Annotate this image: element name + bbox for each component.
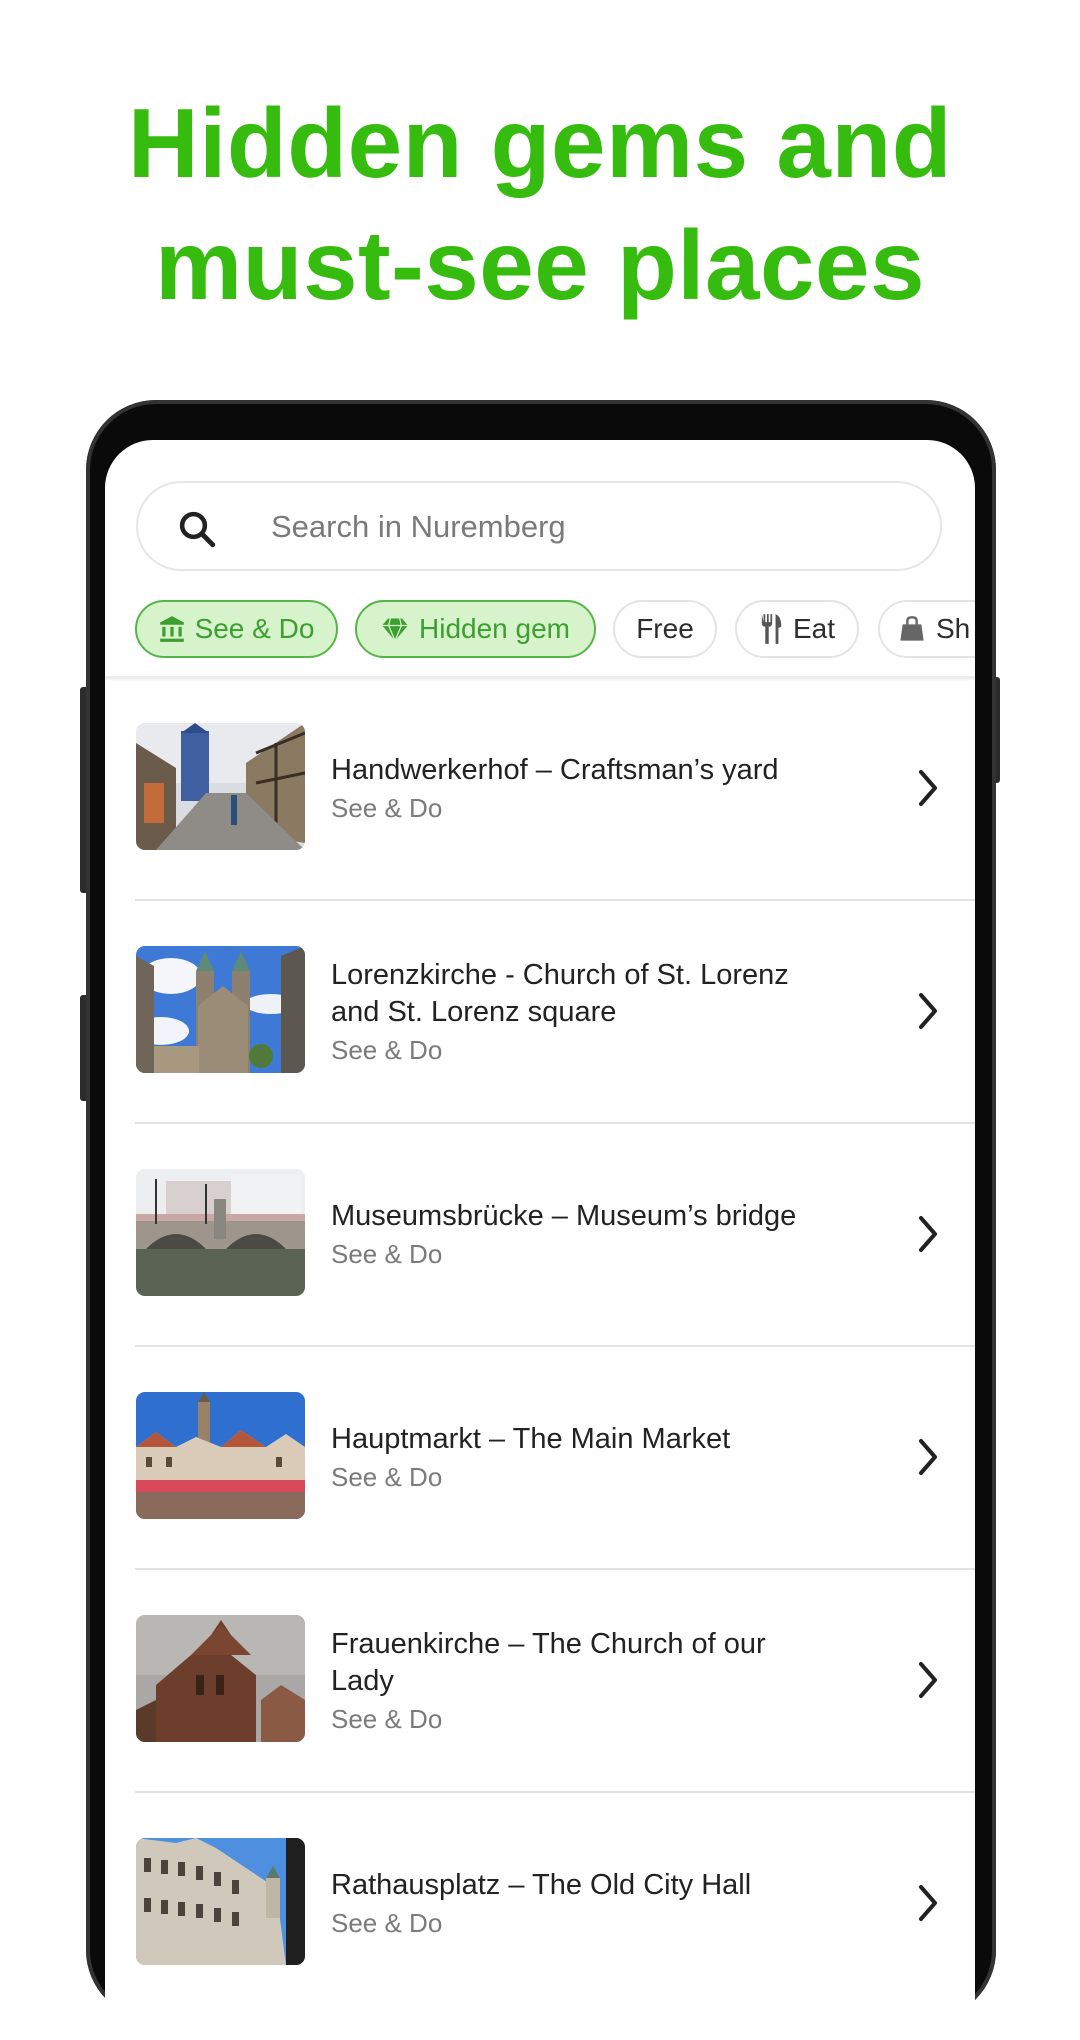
shopping-bag-icon <box>900 616 924 641</box>
item-text: Lorenzkirche - Church of St. Lorenz and … <box>331 901 831 1122</box>
chevron-right-icon <box>919 1439 937 1475</box>
chip-label: See & Do <box>194 613 315 644</box>
list-item[interactable]: Rathausplatz – The Old City Hall See & D… <box>105 1793 975 2016</box>
chevron-right-icon <box>919 1662 937 1698</box>
item-category: See & Do <box>331 1703 443 1734</box>
item-text: Handwerkerhof – Craftsman’s yard See & D… <box>331 678 831 899</box>
list-item[interactable]: Hauptmarkt – The Main Market See & Do <box>105 1347 975 1570</box>
list-item[interactable]: Handwerkerhof – Craftsman’s yard See & D… <box>105 678 975 901</box>
main-market-photo <box>136 1392 305 1519</box>
item-title: Frauenkirche – The Church of our Lady <box>331 1627 766 1697</box>
item-category: See & Do <box>331 1034 443 1065</box>
chevron-right-icon <box>919 993 937 1029</box>
item-text: Frauenkirche – The Church of our Lady Se… <box>331 1570 831 1791</box>
fork-knife-icon <box>761 614 782 644</box>
frauenkirche-photo <box>136 1615 305 1742</box>
item-text: Hauptmarkt – The Main Market See & Do <box>331 1347 831 1568</box>
places-list: Handwerkerhof – Craftsman’s yard See & D… <box>105 678 975 2016</box>
headline-line-1: Hidden gems and <box>127 88 953 198</box>
item-title: Hauptmarkt – The Main Market <box>331 1423 731 1455</box>
chip-hidden-gem[interactable]: Hidden gem <box>355 600 596 658</box>
chip-see-and-do[interactable]: See & Do <box>135 600 338 658</box>
craftsmans-yard-photo <box>136 723 305 850</box>
chip-label: Hidden gem <box>419 613 570 644</box>
search-placeholder: Search in Nuremberg <box>271 509 566 544</box>
chevron-right-icon <box>919 1885 937 1921</box>
item-title: Lorenzkirche - Church of St. Lorenz and … <box>331 958 789 1028</box>
lorenzkirche-photo <box>136 946 305 1073</box>
chip-eat[interactable]: Eat <box>735 600 859 658</box>
old-city-hall-photo <box>136 1838 305 1965</box>
item-category: See & Do <box>331 1908 443 1938</box>
search-icon <box>179 511 216 548</box>
chip-label: Eat <box>792 613 836 644</box>
chip-label: Sh <box>936 613 971 644</box>
list-item[interactable]: Frauenkirche – The Church of our Lady Se… <box>105 1570 975 1793</box>
chevron-right-icon <box>919 770 937 806</box>
headline: Hidden gems and must-see places <box>0 82 1080 326</box>
diamond-icon <box>382 618 408 643</box>
chip-shopping[interactable]: Sh <box>878 600 975 658</box>
item-title: Handwerkerhof – Craftsman’s yard <box>331 754 779 786</box>
headline-line-2: must-see places <box>154 210 926 320</box>
search-bar[interactable]: Search in Nuremberg <box>136 481 942 571</box>
museum-icon <box>159 616 184 642</box>
chip-free[interactable]: Free <box>613 600 717 658</box>
item-text: Rathausplatz – The Old City Hall See & D… <box>331 1793 831 2014</box>
item-category: See & Do <box>331 793 443 823</box>
app-screen: Search in Nuremberg See & Do Hidden gem … <box>105 440 975 2040</box>
list-item[interactable]: Museumsbrücke – Museum’s bridge See & Do <box>105 1124 975 1347</box>
chevron-right-icon <box>919 1216 937 1252</box>
museum-bridge-photo <box>136 1169 305 1296</box>
chip-label: Free <box>636 613 694 644</box>
item-category: See & Do <box>331 1462 443 1492</box>
item-category: See & Do <box>331 1239 443 1269</box>
item-title: Museumsbrücke – Museum’s bridge <box>331 1200 797 1232</box>
list-item[interactable]: Lorenzkirche - Church of St. Lorenz and … <box>105 901 975 1124</box>
category-chips: See & Do Hidden gem Free Eat Sh <box>135 600 975 660</box>
item-text: Museumsbrücke – Museum’s bridge See & Do <box>331 1124 831 1345</box>
item-title: Rathausplatz – The Old City Hall <box>331 1869 752 1901</box>
